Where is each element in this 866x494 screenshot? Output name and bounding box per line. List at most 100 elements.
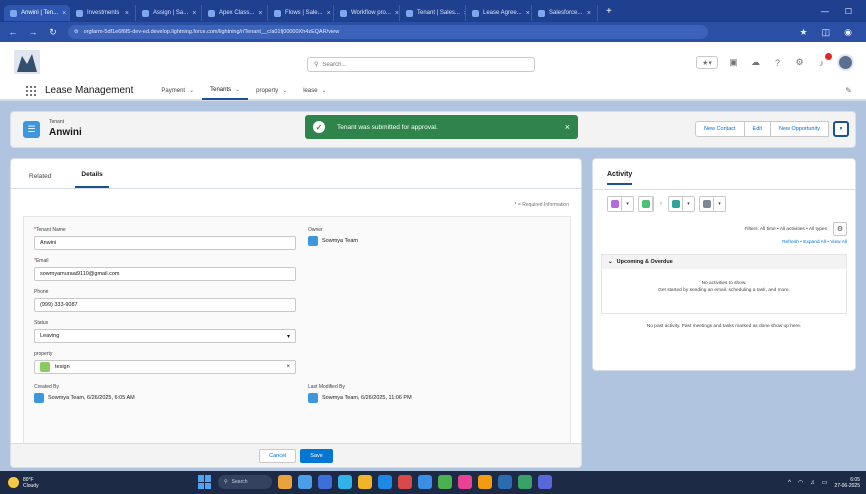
tab-related[interactable]: Related bbox=[23, 173, 57, 188]
maximize-icon[interactable]: ☐ bbox=[845, 7, 852, 16]
new-opportunity-button[interactable]: New Opportunity bbox=[770, 121, 829, 137]
log-call-action-icon[interactable] bbox=[700, 197, 714, 211]
url-field[interactable]: ⊜ orgfarm-5df1e6f6f5-dev-ed.develop.ligh… bbox=[68, 25, 708, 39]
taskbar-app-icon[interactable] bbox=[498, 475, 512, 489]
more-actions-chevron-icon[interactable]: ▾ bbox=[833, 121, 849, 137]
owner-link[interactable]: Sowmya Team bbox=[322, 238, 358, 244]
global-search[interactable]: ⚲ bbox=[307, 57, 535, 72]
org-logo-icon[interactable] bbox=[14, 50, 40, 74]
chevron-down-icon[interactable]: ⌄ bbox=[235, 86, 240, 93]
new-tab-icon[interactable]: + bbox=[606, 6, 612, 17]
help-icon[interactable]: ? bbox=[771, 56, 784, 69]
wifi-icon[interactable]: ◠ bbox=[798, 479, 803, 486]
clear-selection-icon[interactable]: × bbox=[286, 364, 290, 370]
back-icon[interactable]: ← bbox=[8, 27, 18, 37]
taskbar-search[interactable]: ⚲ Search bbox=[218, 475, 272, 489]
forward-icon[interactable]: → bbox=[28, 27, 38, 37]
modified-by-link[interactable]: Sowmya Team, 6/26/2025, 11:06 PM bbox=[322, 395, 412, 401]
extensions-icon[interactable]: ◫ bbox=[822, 27, 831, 38]
close-icon[interactable]: × bbox=[258, 10, 262, 17]
taskbar-app-icon[interactable] bbox=[278, 475, 292, 489]
reload-icon[interactable]: ↻ bbox=[48, 27, 58, 38]
save-button[interactable]: Save bbox=[300, 448, 333, 463]
cancel-button[interactable]: Cancel bbox=[259, 448, 297, 463]
tenant-name-input[interactable]: Anwini bbox=[34, 236, 296, 250]
chevron-down-icon[interactable]: ⌄ bbox=[322, 87, 327, 94]
taskbar-app-icon[interactable] bbox=[458, 475, 472, 489]
taskbar-app-icon[interactable] bbox=[358, 475, 372, 489]
browser-tab[interactable]: Lease Agree... × bbox=[466, 5, 532, 21]
close-icon[interactable]: × bbox=[192, 10, 196, 17]
browser-tab[interactable]: Anwini | Ten... × bbox=[4, 5, 70, 21]
taskbar-app-icon[interactable] bbox=[378, 475, 392, 489]
taskbar-app-icon[interactable] bbox=[298, 475, 312, 489]
browser-tab[interactable]: Workflow pro... × bbox=[334, 5, 400, 21]
battery-icon[interactable]: ▭ bbox=[822, 479, 828, 486]
browser-tab[interactable]: Investments × bbox=[70, 5, 136, 21]
chevron-down-icon[interactable]: ⌄ bbox=[282, 87, 287, 94]
task-action-icon[interactable] bbox=[639, 197, 653, 211]
past-activity-text: No past activity. Past meetings and task… bbox=[646, 324, 802, 329]
close-icon[interactable]: × bbox=[565, 122, 570, 132]
nav-item-lease[interactable]: lease ⌄ bbox=[295, 81, 334, 100]
chevron-down-icon[interactable]: ▾ bbox=[714, 197, 725, 211]
close-icon[interactable]: × bbox=[125, 10, 129, 17]
chevron-down-icon[interactable]: ▾ bbox=[622, 197, 633, 211]
browser-tab[interactable]: Flows | Sale... × bbox=[268, 5, 334, 21]
app-launcher-icon[interactable] bbox=[26, 85, 36, 96]
volume-icon[interactable]: ♫ bbox=[810, 480, 815, 486]
minimize-icon[interactable]: — bbox=[821, 7, 829, 16]
nav-item-property[interactable]: property ⌄ bbox=[248, 81, 295, 100]
new-contact-button[interactable]: New Contact bbox=[695, 121, 745, 137]
search-input[interactable] bbox=[322, 61, 513, 68]
profile-icon[interactable]: ◉ bbox=[844, 27, 852, 38]
chevron-down-icon[interactable]: ⌄ bbox=[189, 87, 194, 94]
taskbar-app-icon[interactable] bbox=[438, 475, 452, 489]
property-lookup[interactable]: tesign × bbox=[34, 360, 296, 374]
email-action-icon[interactable] bbox=[608, 197, 622, 211]
windows-start-icon[interactable] bbox=[198, 475, 212, 489]
site-info-icon[interactable]: ⊜ bbox=[74, 29, 79, 35]
close-icon[interactable]: × bbox=[395, 10, 399, 17]
event-action-icon[interactable] bbox=[669, 197, 683, 211]
nav-item-payment[interactable]: Payment ⌄ bbox=[153, 81, 202, 100]
tab-activity[interactable]: Activity bbox=[607, 171, 633, 185]
phone-input[interactable]: (999) 333-9087 bbox=[34, 298, 296, 312]
system-clock[interactable]: 6:05 27-06-2025 bbox=[834, 477, 860, 489]
taskbar-app-icon[interactable] bbox=[398, 475, 412, 489]
taskbar-app-icon[interactable] bbox=[538, 475, 552, 489]
taskbar-app-icon[interactable] bbox=[318, 475, 332, 489]
edit-button[interactable]: Edit bbox=[743, 121, 772, 137]
show-hidden-icons-icon[interactable]: ^ bbox=[788, 480, 791, 486]
browser-tab[interactable]: Apex Class... × bbox=[202, 5, 268, 21]
taskbar-app-icon[interactable] bbox=[338, 475, 352, 489]
global-actions-icon[interactable]: ▣ bbox=[727, 56, 740, 69]
close-icon[interactable]: × bbox=[62, 10, 66, 17]
activity-links[interactable]: Refresh • Expand All • View All bbox=[782, 240, 847, 245]
nav-item-tenants[interactable]: Tenants ⌄ bbox=[202, 81, 249, 100]
chevron-down-icon[interactable]: ▾ bbox=[683, 197, 694, 211]
close-icon[interactable]: × bbox=[587, 10, 591, 17]
taskbar-app-icon[interactable] bbox=[518, 475, 532, 489]
close-icon[interactable]: × bbox=[526, 10, 530, 17]
email-input[interactable]: sowmyamuraai9110@gmail.com bbox=[34, 267, 296, 281]
edit-nav-pencil-icon[interactable]: ✎ bbox=[845, 86, 852, 95]
setup-gear-icon[interactable]: ⚙ bbox=[793, 56, 806, 69]
avatar[interactable] bbox=[837, 54, 854, 71]
browser-tab[interactable]: Salesforce... × bbox=[532, 5, 598, 21]
created-by-link[interactable]: Sowmya Team, 6/26/2025, 6:05 AM bbox=[48, 395, 135, 401]
status-select[interactable]: Leaving ▾ bbox=[34, 329, 296, 343]
browser-tab[interactable]: Assign | Sa... × bbox=[136, 5, 202, 21]
favorites-star-icon[interactable]: ★▾ bbox=[696, 56, 718, 69]
bookmark-star-icon[interactable]: ★ bbox=[800, 27, 808, 38]
tab-details[interactable]: Details bbox=[75, 171, 109, 188]
upcoming-overdue-toggle[interactable]: ⌄ Upcoming & Overdue bbox=[602, 255, 846, 269]
weather-widget[interactable]: 80°F Cloudy bbox=[8, 477, 39, 489]
trailhead-icon[interactable]: ☁ bbox=[749, 56, 762, 69]
taskbar-app-icon[interactable] bbox=[418, 475, 432, 489]
notification-bell-icon[interactable]: ♪ bbox=[815, 53, 832, 69]
close-icon[interactable]: × bbox=[327, 10, 331, 17]
filter-gear-icon[interactable]: ⚙ bbox=[833, 222, 847, 236]
taskbar-app-icon[interactable] bbox=[478, 475, 492, 489]
browser-tab[interactable]: Tenant | Sales...× bbox=[400, 5, 466, 21]
